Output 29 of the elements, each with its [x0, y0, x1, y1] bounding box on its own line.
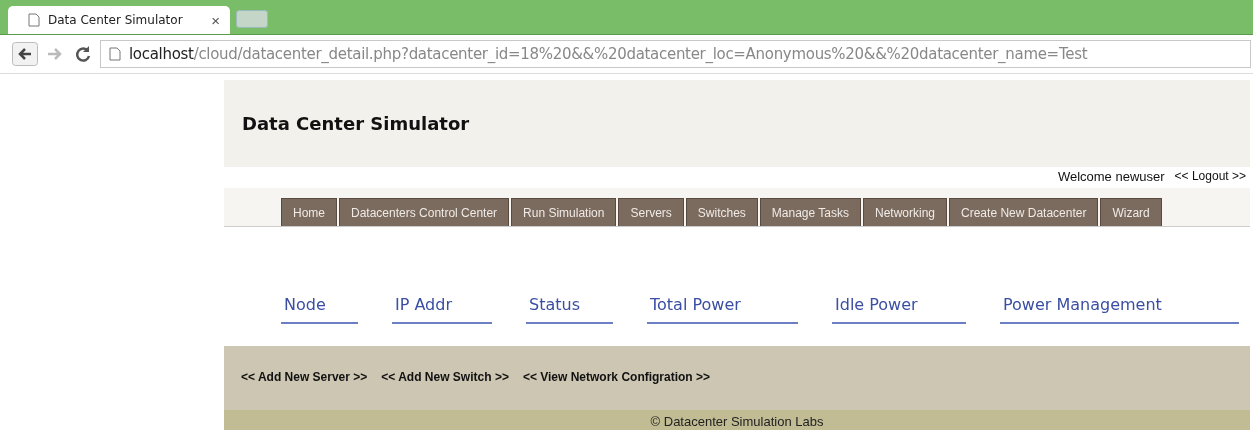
- nav-tab[interactable]: Switches: [685, 198, 758, 226]
- tab-title: Data Center Simulator: [48, 13, 184, 27]
- welcome-text: Welcome newuser: [1057, 169, 1165, 185]
- column-header: IP Addr: [392, 295, 492, 324]
- action-link[interactable]: << View Network Configration >>: [522, 370, 711, 384]
- column-header: Idle Power: [832, 295, 966, 324]
- nav-tab[interactable]: Networking: [863, 198, 948, 226]
- site-title: Data Center Simulator: [242, 113, 470, 134]
- column-header: Status: [526, 295, 613, 324]
- nav-tab[interactable]: Manage Tasks: [759, 198, 861, 226]
- nav-tab[interactable]: Servers: [618, 198, 684, 226]
- column-header: Total Power: [647, 295, 798, 324]
- browser-tab[interactable]: Data Center Simulator ×: [8, 6, 230, 34]
- nav-tab[interactable]: Wizard: [1100, 198, 1162, 226]
- page-icon: [28, 13, 40, 27]
- copyright-text: © Datacenter Simulation Labs: [650, 414, 824, 429]
- column-header: Node: [281, 295, 358, 324]
- page-icon: [109, 47, 121, 61]
- nav-tab[interactable]: Run Simulation: [511, 198, 617, 226]
- nav-tab[interactable]: Datacenters Control Center: [339, 198, 510, 226]
- nav-tab[interactable]: Home: [281, 198, 337, 226]
- action-link[interactable]: << Add New Switch >>: [381, 370, 509, 384]
- nav-tab[interactable]: Create New Datacenter: [949, 198, 1099, 226]
- close-tab-button[interactable]: ×: [211, 11, 220, 29]
- address-field[interactable]: localhost/cloud/datacenter_detail.php?datacenter_id=18%20&&%20datacenter_loc=Anonymous%20&&%20datacenter_name=Test: [100, 40, 1251, 68]
- logout-link[interactable]: << Logout >>: [1174, 169, 1246, 185]
- action-link[interactable]: << Add New Server >>: [241, 370, 368, 384]
- column-header: Power Management: [1000, 295, 1239, 324]
- back-icon[interactable]: [12, 42, 38, 66]
